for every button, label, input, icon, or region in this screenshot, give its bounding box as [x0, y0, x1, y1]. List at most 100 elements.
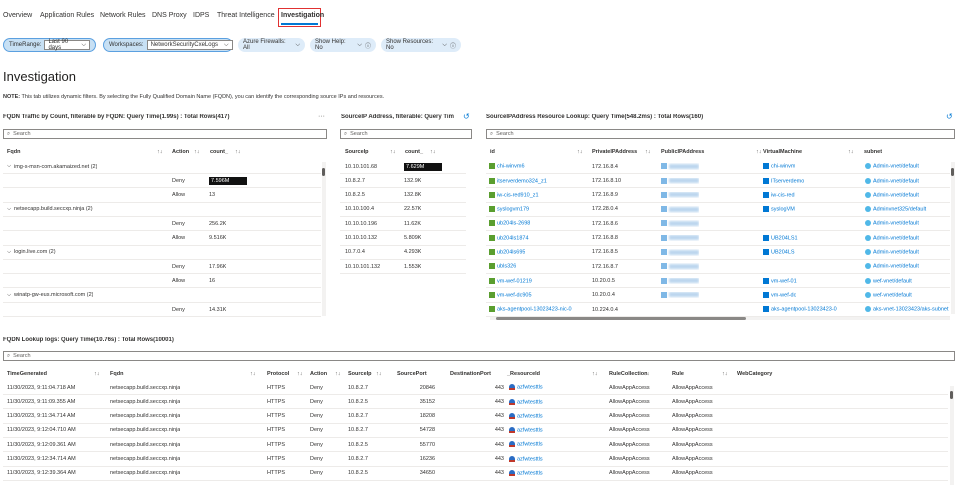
- resourceid-cell[interactable]: azfwtesttls: [509, 441, 543, 448]
- table-row[interactable]: Allow 13: [3, 189, 321, 203]
- resourceid-cell[interactable]: azfwtesttls: [509, 470, 543, 477]
- vm-cell[interactable]: syslogVM: [763, 206, 795, 213]
- subnet-cell[interactable]: wef-vnet/default: [865, 291, 950, 298]
- resource-col-header[interactable]: VirtualMachine ↑↓: [763, 146, 854, 158]
- table-row[interactable]: iw-cis-red910_z1 172.16.8.9 iw-cis-red Admi…: [486, 189, 950, 203]
- sort-icon[interactable]: ↑↓: [194, 149, 200, 155]
- resourceid-cell[interactable]: azfwtesttls: [509, 455, 543, 462]
- id-cell[interactable]: syslogvm179: [489, 206, 529, 213]
- subnet-cell[interactable]: Adminvnet325/default: [865, 206, 950, 213]
- timerange-dropdown[interactable]: Last 90 days ⌵: [44, 39, 90, 51]
- subnet-cell[interactable]: wef-vnet/default: [865, 277, 950, 284]
- logs-col-header[interactable]: WebCategory: [737, 368, 772, 380]
- workspaces-dropdown[interactable]: NetworkSecurityCxeLogs ⌵: [146, 40, 233, 50]
- srcip-search-input[interactable]: ⌕ Search: [340, 129, 472, 139]
- vm-cell[interactable]: chi-winvm: [763, 163, 795, 170]
- logs-col-header[interactable]: Fqdn ↑↓: [110, 368, 256, 380]
- subnet-cell[interactable]: Admin-vnet/default: [865, 234, 950, 241]
- vm-cell[interactable]: vm-wef-dc: [763, 291, 796, 298]
- id-cell[interactable]: ub204ls1874: [489, 234, 529, 241]
- vm-cell[interactable]: UB204LS: [763, 249, 795, 256]
- fqdn-search-input[interactable]: ⌕ Search: [3, 129, 327, 139]
- tab-network-rules[interactable]: Network Rules: [100, 12, 146, 19]
- table-row[interactable]: 11/30/2023, 9:11:34.714 AM netsecapp.buil…: [3, 410, 948, 424]
- resource-table-vscrollbar[interactable]: [951, 162, 955, 314]
- tab-idps[interactable]: IDPS: [193, 12, 209, 19]
- subnet-cell[interactable]: Admin-vnet/default: [865, 177, 950, 184]
- vm-cell[interactable]: vm-wef-01: [763, 277, 797, 284]
- sort-icon[interactable]: ↑↓: [592, 371, 598, 377]
- table-row[interactable]: chi-winvm6 172.16.8.4 chi-winvm Admin-vnet/…: [486, 160, 950, 174]
- tab-overview[interactable]: Overview: [3, 12, 32, 19]
- workspaces-filter[interactable]: Workspaces: NetworkSecurityCxeLogs ⌵: [103, 38, 233, 52]
- logs-col-header[interactable]: SourceIp ↑↓: [348, 368, 382, 380]
- public-ip-cell[interactable]: [661, 191, 699, 198]
- sort-icon[interactable]: ↑↓: [235, 149, 241, 155]
- table-row[interactable]: vm-wef-01219 10.20.0.5 vm-wef-01 wef-vnet/d…: [486, 274, 950, 289]
- table-row[interactable]: vm-wef-dc905 10.20.0.4 vm-wef-dc wef-vnet/d…: [486, 289, 950, 303]
- fqdn-col-header[interactable]: Action ↑↓: [172, 146, 200, 158]
- public-ip-cell[interactable]: [661, 220, 699, 227]
- fqdn-col-header[interactable]: Fqdn ↑↓: [7, 146, 163, 158]
- sort-icon[interactable]: ↑↓: [645, 149, 651, 155]
- tab-application-rules[interactable]: Application Rules: [40, 12, 94, 19]
- show-help-filter[interactable]: Show Help: No ⌵ ⓘ: [310, 38, 376, 52]
- table-row[interactable]: itserverdemo324_z1 172.16.8.10 ITserverdem…: [486, 174, 950, 189]
- more-options-icon[interactable]: ···: [318, 113, 325, 120]
- table-row[interactable]: syslogvm179 172.28.0.4 syslogVM Adminvnet32…: [486, 203, 950, 217]
- table-row[interactable]: 10.10.101.68 7.629M: [340, 160, 466, 174]
- table-row[interactable]: ub204ls-2698 172.16.8.6 Admin-vnet/default: [486, 217, 950, 232]
- fqdn-col-header[interactable]: count_ ↑↓: [210, 146, 241, 158]
- resourceid-cell[interactable]: azfwtesttls: [509, 398, 543, 405]
- vm-cell[interactable]: aks-agentpool-13023423-0: [763, 306, 837, 313]
- resourceid-cell[interactable]: azfwtesttls: [509, 384, 543, 391]
- id-cell[interactable]: chi-winvm6: [489, 163, 525, 170]
- logs-col-header[interactable]: DestinationPort: [450, 368, 491, 380]
- id-cell[interactable]: vm-wef-01219: [489, 277, 532, 284]
- group-row[interactable]: ⌵ login.live.com (2): [3, 246, 321, 260]
- table-row[interactable]: Allow 9.516K: [3, 232, 321, 246]
- expand-chevron-icon[interactable]: ⌵: [7, 292, 11, 299]
- resource-col-header[interactable]: PublicIPAddress ↑↓: [661, 146, 762, 158]
- table-row[interactable]: 10.10.10.132 5.809K: [340, 232, 466, 246]
- undo-icon[interactable]: ↺: [946, 112, 953, 121]
- sort-icon[interactable]: ↑↓: [335, 371, 341, 377]
- public-ip-cell[interactable]: [661, 249, 699, 256]
- table-row[interactable]: 10.10.10.196 11.62K: [340, 217, 466, 232]
- subnet-cell[interactable]: Admin-vnet/default: [865, 249, 950, 256]
- subnet-cell[interactable]: Admin-vnet/default: [865, 263, 950, 270]
- resourceid-cell[interactable]: azfwtesttls: [509, 427, 543, 434]
- expand-chevron-icon[interactable]: ⌵: [7, 206, 11, 213]
- public-ip-cell[interactable]: [661, 291, 699, 298]
- azure-firewalls-filter[interactable]: Azure Firewalls: All ⌵: [238, 38, 305, 52]
- srcip-col-header[interactable]: SourceIp ↑↓: [345, 146, 396, 158]
- sort-icon[interactable]: ↑↓: [848, 149, 854, 155]
- group-row[interactable]: ⌵ img-s-msn-com.akamaized.net (2): [3, 160, 321, 174]
- sort-icon[interactable]: ↑↓: [756, 149, 762, 155]
- resource-col-header[interactable]: id ↑↓: [490, 146, 583, 158]
- public-ip-cell[interactable]: [661, 206, 699, 213]
- undo-icon[interactable]: ↺: [463, 112, 470, 121]
- sort-icon[interactable]: ↑↓: [157, 149, 163, 155]
- sort-icon[interactable]: ↑↓: [94, 371, 100, 377]
- resource-col-header[interactable]: subnet↑↓: [864, 146, 882, 158]
- id-cell[interactable]: itserverdemo324_z1: [489, 177, 547, 184]
- table-row[interactable]: 11/30/2023, 9:12:09.361 AM netsecapp.buil…: [3, 438, 948, 453]
- table-row[interactable]: 11/30/2023, 9:12:04.710 AM netsecapp.buil…: [3, 424, 948, 438]
- logs-col-header[interactable]: Protocol ↑↓: [267, 368, 303, 380]
- expand-chevron-icon[interactable]: ⌵: [7, 249, 11, 256]
- public-ip-cell[interactable]: [661, 277, 699, 284]
- id-cell[interactable]: vm-wef-dc905: [489, 291, 532, 298]
- logs-search-input[interactable]: ⌕ Search: [3, 351, 955, 361]
- logs-col-header[interactable]: SourcePort: [397, 368, 427, 380]
- table-row[interactable]: Allow 16: [3, 274, 321, 289]
- public-ip-cell[interactable]: [661, 263, 699, 270]
- public-ip-cell[interactable]: [661, 177, 699, 184]
- srcip-col-header[interactable]: count_ ↑↓: [405, 146, 436, 158]
- timerange-filter[interactable]: TimeRange: Last 90 days ⌵: [3, 38, 96, 52]
- show-resources-filter[interactable]: Show Resources: No ⌵ ⓘ: [381, 38, 461, 52]
- table-row[interactable]: Deny 17.96K: [3, 260, 321, 275]
- id-cell[interactable]: aks-agentpool-13023423-nic-0: [489, 306, 572, 313]
- logs-col-header[interactable]: Action ↑↓: [310, 368, 341, 380]
- table-row[interactable]: ubls326 172.16.8.7 Admin-vnet/default: [486, 260, 950, 275]
